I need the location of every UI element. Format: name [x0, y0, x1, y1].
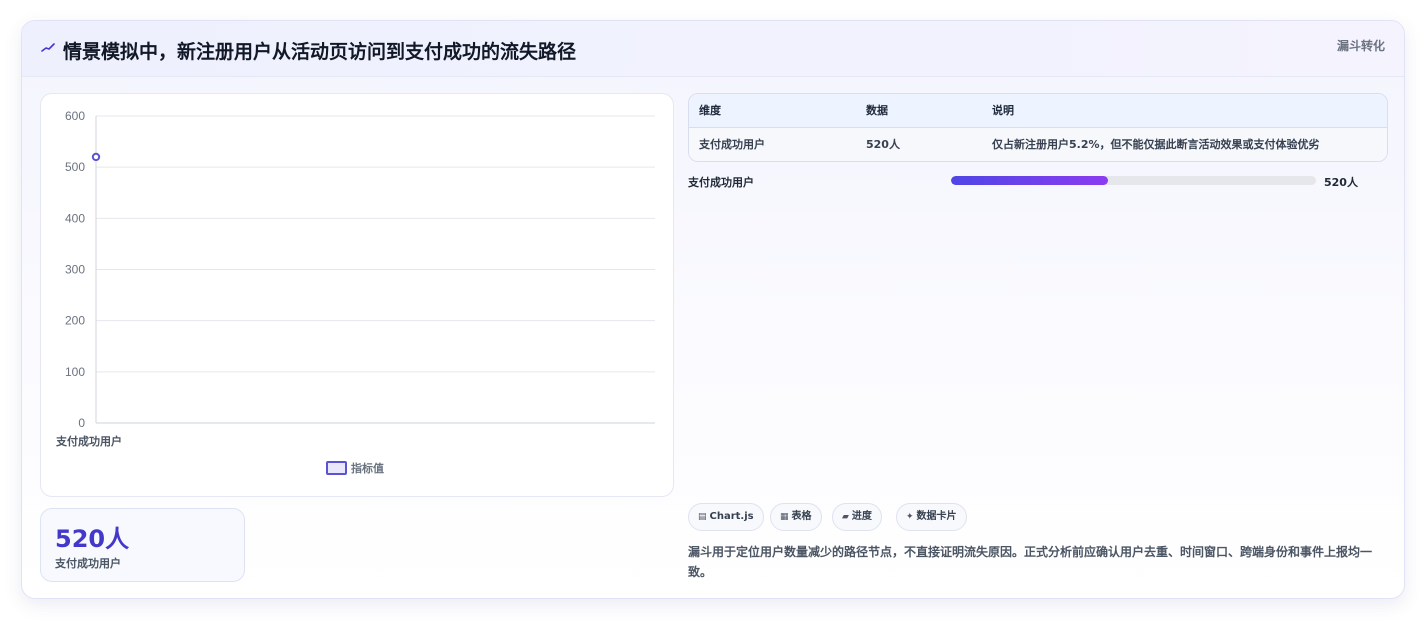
- table-header-cell: 说明: [992, 104, 1014, 117]
- chart-icon: ▤: [698, 512, 707, 522]
- table-cell: 仅占新注册用户5.2%，但不能仅据此断言活动效果或支付体验优劣: [992, 138, 1320, 151]
- y-tick-label: 200: [65, 314, 85, 328]
- legend-swatch: [326, 461, 347, 475]
- data-point: [91, 152, 101, 162]
- footnote: 漏斗用于定位用户数量减少的路径节点，不直接证明流失原因。正式分析前应确认用户去重…: [688, 545, 1373, 579]
- card-header: 情景模拟中，新注册用户从活动页访问到支付成功的流失路径 漏斗转化: [22, 21, 1404, 77]
- progress-icon: ▰: [842, 512, 849, 522]
- chip-chartjs[interactable]: ▤ Chart.js: [688, 503, 764, 531]
- table-icon: ▦: [780, 512, 789, 522]
- table-header-row: 维度 数据 说明: [689, 94, 1387, 128]
- table-cell: 520人: [866, 138, 900, 151]
- stat-label: 支付成功用户: [55, 557, 121, 570]
- chip-label: 数据卡片: [916, 511, 957, 522]
- y-tick-label: 300: [65, 263, 85, 277]
- progress-fill: [951, 176, 1108, 185]
- chip-progress[interactable]: ▰ 进度: [832, 503, 882, 531]
- table-header-cell: 维度: [699, 104, 721, 117]
- stat-value: 520人: [55, 525, 130, 553]
- table-row: 支付成功用户 520人 仅占新注册用户5.2%，但不能仅据此断言活动效果或支付体…: [689, 128, 1387, 161]
- trend-line-icon: [41, 43, 55, 52]
- chip-label: 表格: [791, 511, 812, 522]
- legend-label: 指标值: [351, 461, 384, 475]
- table-cell: 支付成功用户: [699, 138, 765, 151]
- chip-label: 进度: [851, 511, 872, 522]
- chip-table[interactable]: ▦ 表格: [770, 503, 822, 531]
- table-header-cell: 数据: [866, 104, 888, 117]
- y-tick-label: 500: [65, 160, 85, 174]
- chip-label: Chart.js: [709, 511, 754, 522]
- progress-value: 520人: [1324, 176, 1358, 189]
- y-tick-label: 100: [65, 365, 85, 379]
- y-tick-label: 400: [65, 211, 85, 225]
- progress-bar: [951, 176, 1316, 185]
- category-tag: 漏斗转化: [1336, 39, 1385, 53]
- sparkle-icon: ✦: [906, 512, 914, 522]
- line-chart: 0 100 200 300 400 500 600 支付成功用户指标值: [55, 109, 655, 475]
- chip-data-card[interactable]: ✦ 数据卡片: [896, 503, 967, 531]
- data-table: 维度 数据 说明 支付成功用户 520人 仅占新注册用户5.2%，但不能仅据此断…: [688, 93, 1388, 162]
- funnel-card: 情景模拟中，新注册用户从活动页访问到支付成功的流失路径 漏斗转化 0 100 200…: [21, 20, 1405, 599]
- y-tick-label: 600: [65, 109, 85, 123]
- x-tick-label: 支付成功用户: [55, 434, 122, 448]
- progress-label: 支付成功用户: [688, 176, 754, 189]
- stat-card: 520人 支付成功用户: [40, 508, 245, 582]
- chart-panel: 0 100 200 300 400 500 600 支付成功用户指标值: [40, 93, 674, 497]
- y-tick-label: 0: [78, 416, 85, 430]
- page-title: 情景模拟中，新注册用户从活动页访问到支付成功的流失路径: [63, 41, 577, 63]
